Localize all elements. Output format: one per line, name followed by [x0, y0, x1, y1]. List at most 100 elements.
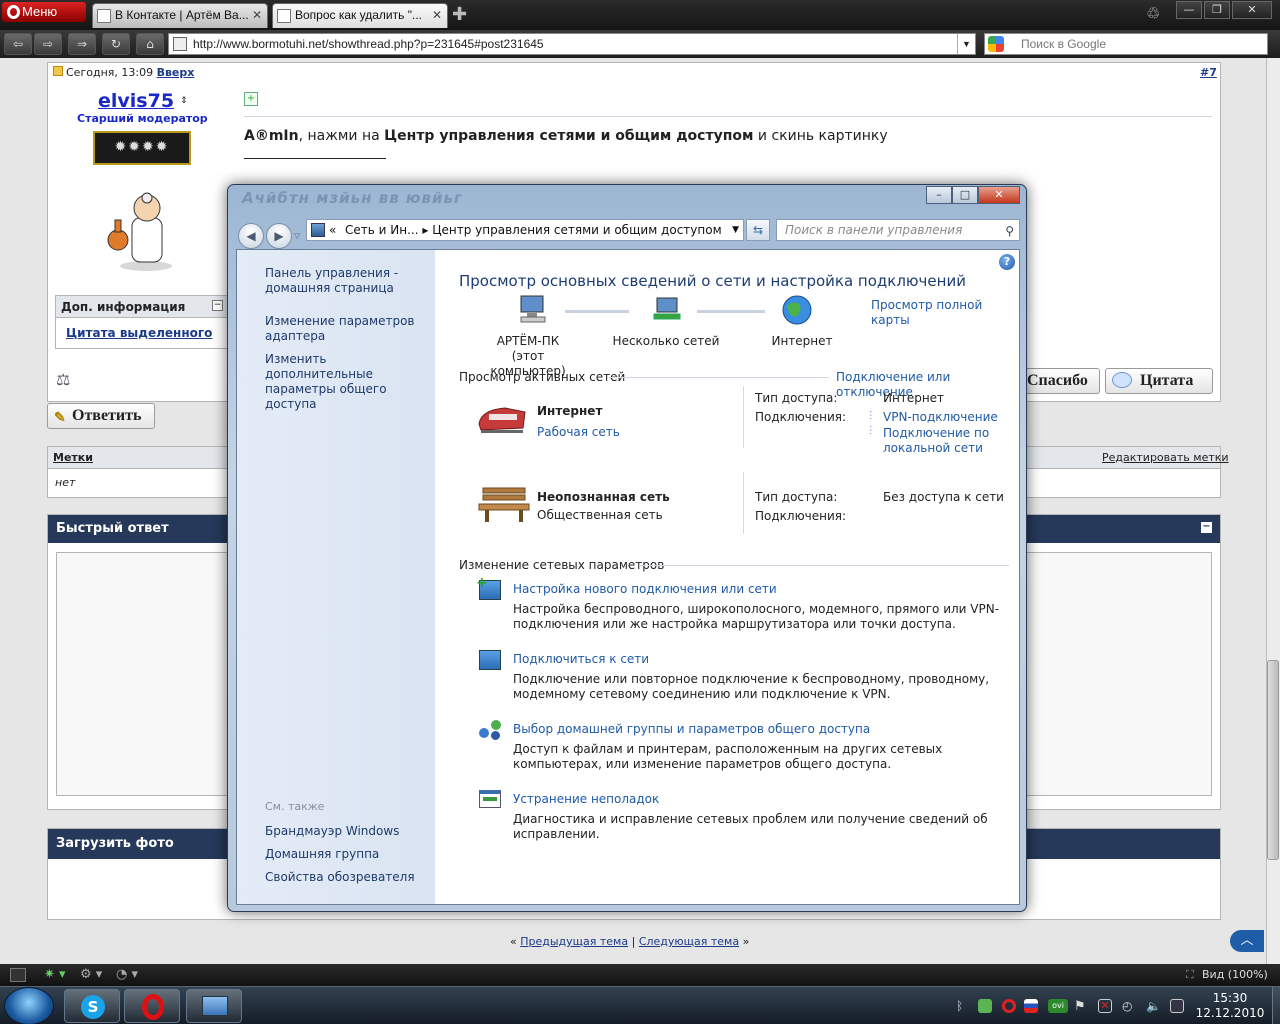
network-1-type-link[interactable]: Рабочая сеть — [537, 425, 620, 440]
power-icon[interactable]: ◴ — [1122, 999, 1136, 1013]
magnifier-icon: ⚲ — [1005, 224, 1014, 238]
unite-icon[interactable]: ⚙ ▾ — [80, 967, 102, 982]
top-link[interactable]: Вверх — [157, 66, 195, 79]
maximize-button[interactable]: ❐ — [1204, 1, 1230, 19]
taskbar-clock[interactable]: 15:30 12.12.2010 — [1190, 991, 1270, 1021]
turbo-icon[interactable]: ✷ ▾ — [44, 967, 66, 982]
reload-button[interactable]: ↻ — [102, 33, 130, 55]
bluetooth-icon[interactable]: ᛒ — [956, 999, 970, 1013]
rank-stars-badge: ✹✹✹✹ — [93, 131, 191, 165]
action-center-flag-icon[interactable]: ⚑ — [1074, 999, 1088, 1014]
user-menu-icon[interactable]: ⇕ — [180, 96, 188, 106]
history-dropdown-icon[interactable]: ▽ — [294, 231, 300, 240]
nav-adapter-settings[interactable]: Изменение параметров адаптера — [265, 314, 415, 344]
map-node-networks: Несколько сетей — [612, 334, 720, 348]
google-search-input[interactable]: Поиск в Google — [984, 33, 1268, 55]
zoom-level[interactable]: Вид (100%) — [1202, 968, 1268, 981]
address-bar[interactable]: http://www.bormotuhi.net/showthread.php?… — [168, 33, 976, 55]
tray-app-icon[interactable] — [978, 999, 992, 1013]
back-button[interactable]: ⇦ — [4, 33, 32, 55]
home-button[interactable]: ⌂ — [136, 33, 164, 55]
scrollbar-thumb[interactable] — [1267, 660, 1279, 860]
collapse-icon[interactable]: − — [1201, 522, 1212, 533]
lan-connection-link[interactable]: Подключение по локальной сети — [883, 426, 1003, 456]
prev-thread-link[interactable]: Предыдущая тема — [520, 935, 628, 948]
nav-sharing-settings[interactable]: Изменить дополнительные параметры общего… — [265, 352, 430, 412]
network-center-window: Ачйбтн мзйьн вв ювйьг – □ ✕ ◀ ▶ ▽ «Сеть и … — [227, 184, 1027, 912]
new-tab-plus-icon[interactable]: ✚ — [452, 4, 467, 25]
language-flag-icon[interactable] — [1024, 999, 1038, 1013]
window-maximize-button[interactable]: □ — [952, 186, 978, 204]
username-link[interactable]: elvis75 — [98, 90, 174, 112]
see-also-homegroup[interactable]: Домашняя группа — [265, 847, 379, 862]
task-troubleshoot-link[interactable]: Устранение неполадок — [513, 792, 659, 807]
trash-icon[interactable]: ♲ — [1146, 4, 1160, 23]
breadcrumb-center[interactable]: Центр управления сетями и общим доступом — [432, 223, 721, 237]
page-icon — [173, 37, 187, 51]
close-button[interactable]: ✕ — [1232, 1, 1272, 19]
taskbar-skype[interactable]: S — [64, 989, 120, 1023]
signature-line — [244, 158, 386, 159]
fast-forward-button[interactable]: ⇒ — [68, 33, 96, 55]
window-minimize-button[interactable]: – — [926, 186, 952, 204]
edit-tags-link[interactable]: Редактировать метки — [1102, 451, 1229, 464]
see-also-firewall[interactable]: Брандмауэр Windows — [265, 824, 399, 839]
control-panel-search-input[interactable]: Поиск в панели управления ⚲ — [776, 219, 1020, 241]
minimize-button[interactable]: — — [1176, 1, 1202, 19]
full-map-link[interactable]: Просмотр полной карты — [871, 298, 1019, 328]
forward-button[interactable]: ⇨ — [34, 33, 62, 55]
back-arrow-icon[interactable]: ◀ — [238, 223, 264, 249]
address-dropdown-icon[interactable]: ▼ — [957, 34, 975, 54]
breadcrumb[interactable]: «Сеть и Ин... ▸ Центр управления сетями … — [306, 219, 744, 241]
opera-menu-button[interactable]: Меню — [2, 2, 86, 22]
tray-opera-icon[interactable] — [1002, 999, 1016, 1013]
network-disabled-icon[interactable]: ✕ — [1098, 999, 1112, 1013]
forward-arrow-icon[interactable]: ▶ — [266, 223, 292, 249]
show-desktop-button[interactable] — [1272, 987, 1280, 1024]
tab-vkontakte[interactable]: В Контакте | Артём Ва... ✕ — [92, 3, 268, 28]
see-also-title: См. также — [265, 800, 325, 813]
start-button[interactable] — [4, 987, 54, 1024]
post-number-link[interactable]: #7 — [1200, 66, 1217, 79]
left-nav-pane: Панель управления - домашняя страница Из… — [237, 250, 435, 904]
task-homegroup-link[interactable]: Выбор домашней группы и параметров общег… — [513, 722, 870, 737]
window-close-button[interactable]: ✕ — [978, 186, 1020, 204]
reputation-icon[interactable]: ⚖ — [56, 370, 70, 389]
doctor-avatar — [107, 192, 172, 271]
refresh-button[interactable]: ⇆ — [746, 219, 770, 241]
tags-title[interactable]: Метки — [53, 451, 93, 464]
ovi-icon[interactable]: ovi — [1048, 999, 1068, 1013]
quote-selected-link[interactable]: Цитата выделенного — [66, 326, 212, 340]
opera-icon — [142, 994, 164, 1020]
tab-close-icon[interactable]: ✕ — [252, 4, 262, 27]
see-also-internet-options[interactable]: Свойства обозревателя — [265, 870, 415, 885]
taskbar-opera[interactable] — [124, 989, 180, 1023]
reply-button[interactable]: ✎ Ответить — [47, 403, 155, 429]
panel-toggle-icon[interactable] — [10, 968, 26, 982]
quote-button[interactable]: Цитата — [1105, 368, 1213, 394]
computer-icon — [520, 295, 546, 323]
tab-forum-question[interactable]: Вопрос как удалить "... ✕ — [272, 3, 448, 28]
tab-close-icon[interactable]: ✕ — [432, 4, 442, 27]
collapse-icon[interactable]: − — [212, 300, 223, 311]
vpn-connection-link[interactable]: VPN-подключение — [883, 410, 998, 425]
tags-value: нет — [55, 476, 76, 489]
next-thread-link[interactable]: Следующая тема — [639, 935, 739, 948]
volume-icon[interactable]: 🔈 — [1146, 999, 1161, 1013]
task-new-connection-link[interactable]: Настройка нового подключения или сети — [513, 582, 777, 597]
breadcrumb-network[interactable]: Сеть и Ин... — [345, 223, 419, 237]
speed-dial-icon[interactable]: ◔ ▾ — [116, 967, 138, 982]
taskbar-control-panel[interactable] — [186, 989, 242, 1023]
scroll-top-chevron-icon[interactable]: ︿ — [1230, 930, 1264, 952]
browser-nav-bar: ⇦ ⇨ ⇒ ↻ ⌂ http://www.bormotuhi.net/showt… — [0, 30, 1280, 58]
nav-control-panel-home[interactable]: Панель управления - домашняя страница — [265, 266, 415, 296]
homegroup-icon — [479, 720, 503, 740]
map-connector — [565, 310, 629, 313]
control-panel-icon — [311, 223, 325, 237]
breadcrumb-dropdown-icon[interactable]: ▼ — [732, 220, 739, 240]
thanks-button[interactable]: Спасибо — [1022, 368, 1100, 394]
task-connect-link[interactable]: Подключиться к сети — [513, 652, 649, 667]
zoom-icon[interactable]: ⛶ — [1186, 968, 1194, 982]
help-icon[interactable]: ? — [999, 254, 1015, 270]
display-icon[interactable] — [1170, 999, 1184, 1013]
